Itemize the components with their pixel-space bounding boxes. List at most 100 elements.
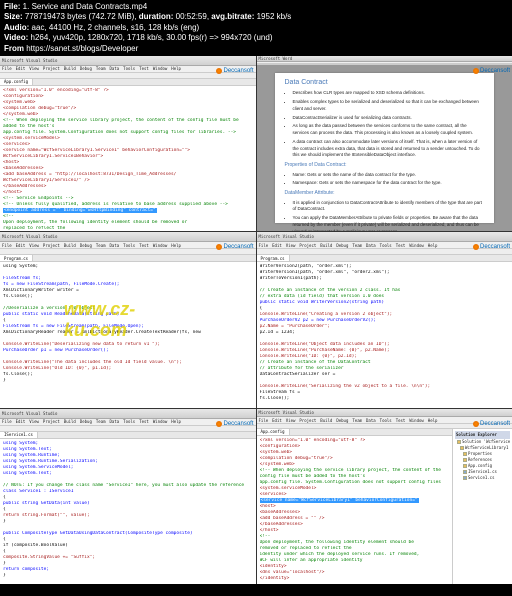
menu-team[interactable]: Team — [352, 418, 362, 423]
deccansoft-logo: Deccansoft — [473, 421, 510, 427]
editor-tabs[interactable]: IService1.cs — [0, 432, 256, 439]
menu-debug[interactable]: Debug — [80, 419, 92, 424]
menu-team[interactable]: Team — [96, 419, 106, 424]
gear-icon — [473, 68, 479, 74]
menu-project[interactable]: Project — [299, 243, 316, 248]
doc-bullet: DataContractSerializer is used for seria… — [293, 115, 485, 122]
menu-test[interactable]: Test — [396, 243, 406, 248]
menu-project[interactable]: Project — [43, 419, 60, 424]
menu-test[interactable]: Test — [139, 243, 149, 248]
menu-project[interactable]: Project — [43, 66, 60, 71]
menu-edit[interactable]: Edit — [272, 418, 282, 423]
file-icon — [463, 464, 467, 468]
tab-program[interactable]: Program.cs — [0, 255, 33, 261]
menu-test[interactable]: Test — [139, 66, 149, 71]
document-page[interactable]: Data Contract Describes how CLR types ar… — [275, 73, 495, 223]
solution-explorer-title: Solution Explorer — [455, 431, 510, 439]
menu-data[interactable]: Data — [366, 418, 376, 423]
deccansoft-logo: Deccansoft — [216, 421, 253, 427]
tree-node[interactable]: Service1.cs — [455, 475, 510, 481]
menu-tools[interactable]: Tools — [123, 243, 135, 248]
deccansoft-logo: Deccansoft — [473, 244, 510, 250]
menu-file[interactable]: File — [2, 243, 12, 248]
menu-file[interactable]: File — [2, 66, 12, 71]
menu-team[interactable]: Team — [96, 66, 106, 71]
menu-team[interactable]: Team — [96, 243, 106, 248]
media-info: File: 1. Service and Data Contracts.mp4 … — [0, 0, 512, 56]
menu-view[interactable]: View — [29, 66, 39, 71]
menu-view[interactable]: View — [29, 243, 39, 248]
code-editor[interactable]: WriterVersion2(path, "order.xml"); Write… — [257, 262, 512, 407]
editor-tabs[interactable]: Program.cs — [257, 255, 512, 262]
menu-view[interactable]: View — [286, 243, 296, 248]
menu-window[interactable]: Window — [409, 243, 423, 248]
toolbar[interactable] — [257, 64, 512, 66]
tab-program[interactable]: Program.cs — [257, 255, 290, 261]
pane-vs-iservice: Microsoft Visual Studio FileEditViewProj… — [0, 409, 256, 584]
menu-team[interactable]: Team — [352, 243, 362, 248]
deccansoft-logo: Deccansoft — [473, 68, 510, 74]
gear-icon — [473, 421, 479, 427]
menu-tools[interactable]: Tools — [380, 418, 392, 423]
tab-appconfig[interactable]: App.config — [0, 79, 33, 85]
menu-help[interactable]: Help — [171, 66, 181, 71]
menu-edit[interactable]: Edit — [16, 243, 26, 248]
menu-tools[interactable]: Tools — [123, 419, 135, 424]
file-icon — [460, 446, 464, 450]
code-editor[interactable]: using System;using System.Text;using Sys… — [0, 439, 256, 584]
menu-data[interactable]: Data — [110, 419, 120, 424]
menu-file[interactable]: File — [259, 418, 269, 423]
window-titlebar: Microsoft Visual Studio — [257, 232, 512, 242]
doc-bullet: It is applied in conjunction to DataCont… — [293, 200, 485, 214]
editor-tabs[interactable]: Program.cs — [0, 255, 256, 262]
menu-debug[interactable]: Debug — [336, 243, 348, 248]
tab-iservice[interactable]: IService1.cs — [0, 432, 38, 438]
editor-tabs[interactable]: App.config — [257, 429, 453, 436]
menu-project[interactable]: Project — [299, 418, 316, 423]
menu-view[interactable]: View — [29, 419, 39, 424]
menu-build[interactable]: Build — [320, 418, 332, 423]
code-editor[interactable]: using System; FileStream fs; fs = new Fi… — [0, 262, 256, 407]
editor-tabs[interactable]: App.config — [0, 79, 256, 86]
menu-edit[interactable]: Edit — [16, 419, 26, 424]
pane-vs-appconfig-2: Microsoft Visual Studio FileEditViewProj… — [257, 409, 512, 584]
deccansoft-logo: Deccansoft — [216, 244, 253, 250]
menu-window[interactable]: Window — [153, 243, 167, 248]
menu-debug[interactable]: Debug — [80, 66, 92, 71]
menu-project[interactable]: Project — [43, 243, 60, 248]
menu-data[interactable]: Data — [110, 243, 120, 248]
screenshot-grid: Microsoft Visual Studio FileEditViewProj… — [0, 56, 512, 584]
menu-test[interactable]: Test — [139, 419, 149, 424]
doc-bullet: Namespace: Gets or sets the namespace fo… — [293, 180, 485, 187]
menu-debug[interactable]: Debug — [80, 243, 92, 248]
menu-help[interactable]: Help — [428, 243, 438, 248]
solution-explorer[interactable]: Solution Explorer Solution 'WcfServiceLi… — [452, 429, 512, 584]
menu-build[interactable]: Build — [64, 243, 76, 248]
gear-icon — [473, 244, 479, 250]
menu-edit[interactable]: Edit — [16, 66, 26, 71]
menu-file[interactable]: File — [2, 419, 12, 424]
menu-data[interactable]: Data — [366, 243, 376, 248]
menu-window[interactable]: Window — [409, 418, 423, 423]
code-editor[interactable]: <?xml version="1.0" encoding="utf-8" ?><… — [0, 86, 256, 231]
menu-help[interactable]: Help — [171, 243, 181, 248]
menu-help[interactable]: Help — [428, 418, 438, 423]
menu-debug[interactable]: Debug — [336, 418, 348, 423]
menu-file[interactable]: File — [259, 243, 269, 248]
menu-edit[interactable]: Edit — [272, 243, 282, 248]
tab-appconfig[interactable]: App.config — [257, 429, 290, 435]
menu-build[interactable]: Build — [320, 243, 332, 248]
menu-test[interactable]: Test — [396, 418, 406, 423]
menu-view[interactable]: View — [286, 418, 296, 423]
doc-bullet: Name: Gets or sets the name of the data … — [293, 172, 485, 179]
code-editor[interactable]: <?xml version="1.0" encoding="utf-8" ?><… — [257, 436, 453, 584]
menu-window[interactable]: Window — [153, 66, 167, 71]
menu-window[interactable]: Window — [153, 419, 167, 424]
menu-tools[interactable]: Tools — [123, 66, 135, 71]
menu-data[interactable]: Data — [110, 66, 120, 71]
gear-icon — [216, 68, 222, 74]
menu-help[interactable]: Help — [171, 419, 181, 424]
menu-tools[interactable]: Tools — [380, 243, 392, 248]
menu-build[interactable]: Build — [64, 419, 76, 424]
menu-build[interactable]: Build — [64, 66, 76, 71]
